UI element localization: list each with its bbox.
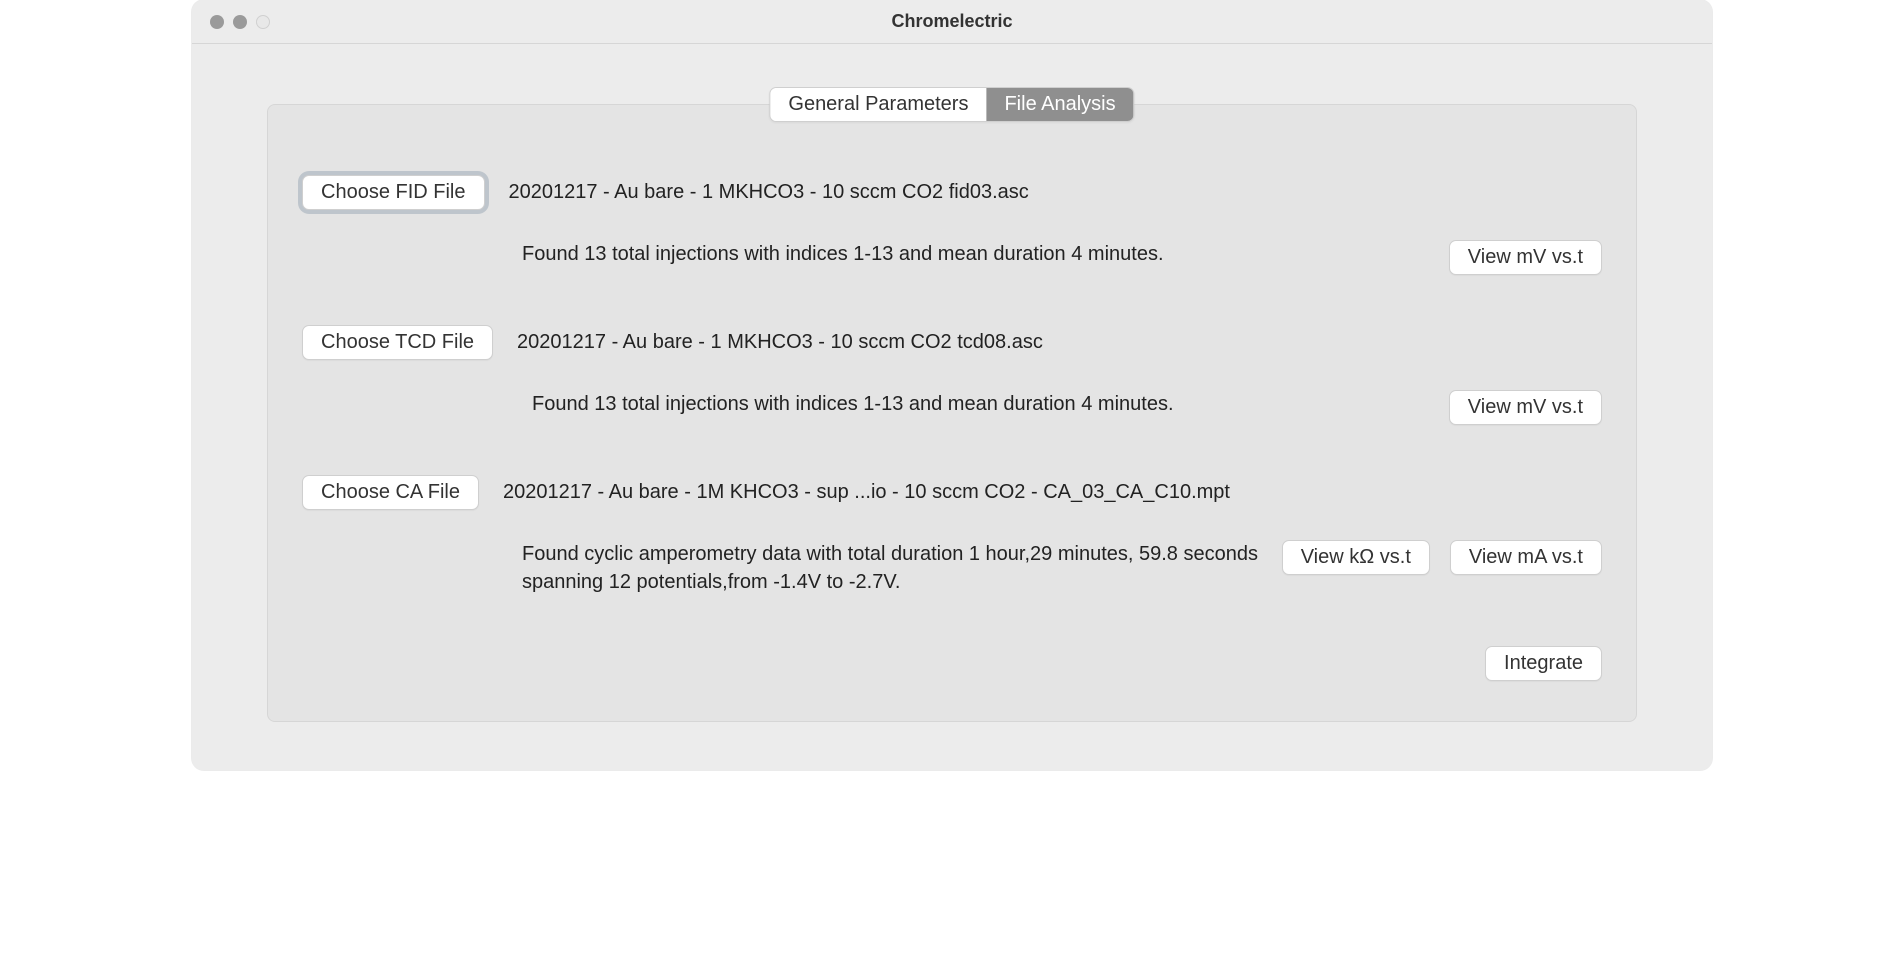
- content-area: General Parameters File Analysis Choose …: [192, 44, 1712, 762]
- ca-file-row: Choose CA File 20201217 - Au bare - 1M K…: [302, 475, 1602, 510]
- tab-file-analysis[interactable]: File Analysis: [986, 88, 1133, 121]
- fid-view-mv-button[interactable]: View mV vs.t: [1449, 240, 1602, 275]
- choose-ca-file-button[interactable]: Choose CA File: [302, 475, 479, 510]
- fid-group: Choose FID File 20201217 - Au bare - 1 M…: [302, 175, 1602, 275]
- app-window: Chromelectric General Parameters File An…: [192, 0, 1712, 770]
- main-panel: General Parameters File Analysis Choose …: [267, 104, 1637, 722]
- minimize-icon[interactable]: [233, 15, 247, 29]
- window-title: Chromelectric: [192, 11, 1712, 32]
- ca-file-name: 20201217 - Au bare - 1M KHCO3 - sup ...i…: [503, 481, 1230, 504]
- ca-status-row: Found cyclic amperometry data with total…: [302, 540, 1602, 596]
- ca-status-text: Found cyclic amperometry data with total…: [522, 540, 1262, 596]
- fid-file-name: 20201217 - Au bare - 1 MKHCO3 - 10 sccm …: [509, 181, 1029, 204]
- tcd-file-name: 20201217 - Au bare - 1 MKHCO3 - 10 sccm …: [517, 331, 1043, 354]
- integrate-button[interactable]: Integrate: [1485, 646, 1602, 681]
- ca-actions: View kΩ vs.t View mA vs.t: [1282, 540, 1602, 575]
- traffic-lights: [192, 15, 270, 29]
- choose-tcd-file-button[interactable]: Choose TCD File: [302, 325, 493, 360]
- ca-group: Choose CA File 20201217 - Au bare - 1M K…: [302, 475, 1602, 596]
- ca-view-ma-button[interactable]: View mA vs.t: [1450, 540, 1602, 575]
- close-icon[interactable]: [210, 15, 224, 29]
- tcd-file-row: Choose TCD File 20201217 - Au bare - 1 M…: [302, 325, 1602, 360]
- tcd-status-text: Found 13 total injections with indices 1…: [532, 390, 1174, 418]
- fid-status-row: Found 13 total injections with indices 1…: [302, 240, 1602, 275]
- tcd-actions: View mV vs.t: [1449, 390, 1602, 425]
- tab-general-parameters[interactable]: General Parameters: [770, 88, 986, 121]
- choose-fid-file-button[interactable]: Choose FID File: [302, 175, 485, 210]
- titlebar: Chromelectric: [192, 0, 1712, 44]
- fid-status-text: Found 13 total injections with indices 1…: [522, 240, 1164, 268]
- ca-view-kohm-button[interactable]: View kΩ vs.t: [1282, 540, 1430, 575]
- fid-actions: View mV vs.t: [1449, 240, 1602, 275]
- tcd-group: Choose TCD File 20201217 - Au bare - 1 M…: [302, 325, 1602, 425]
- tcd-status-row: Found 13 total injections with indices 1…: [302, 390, 1602, 425]
- tcd-view-mv-button[interactable]: View mV vs.t: [1449, 390, 1602, 425]
- maximize-icon[interactable]: [256, 15, 270, 29]
- fid-file-row: Choose FID File 20201217 - Au bare - 1 M…: [302, 175, 1602, 210]
- integrate-row: Integrate: [302, 646, 1602, 681]
- tab-bar: General Parameters File Analysis: [769, 87, 1134, 122]
